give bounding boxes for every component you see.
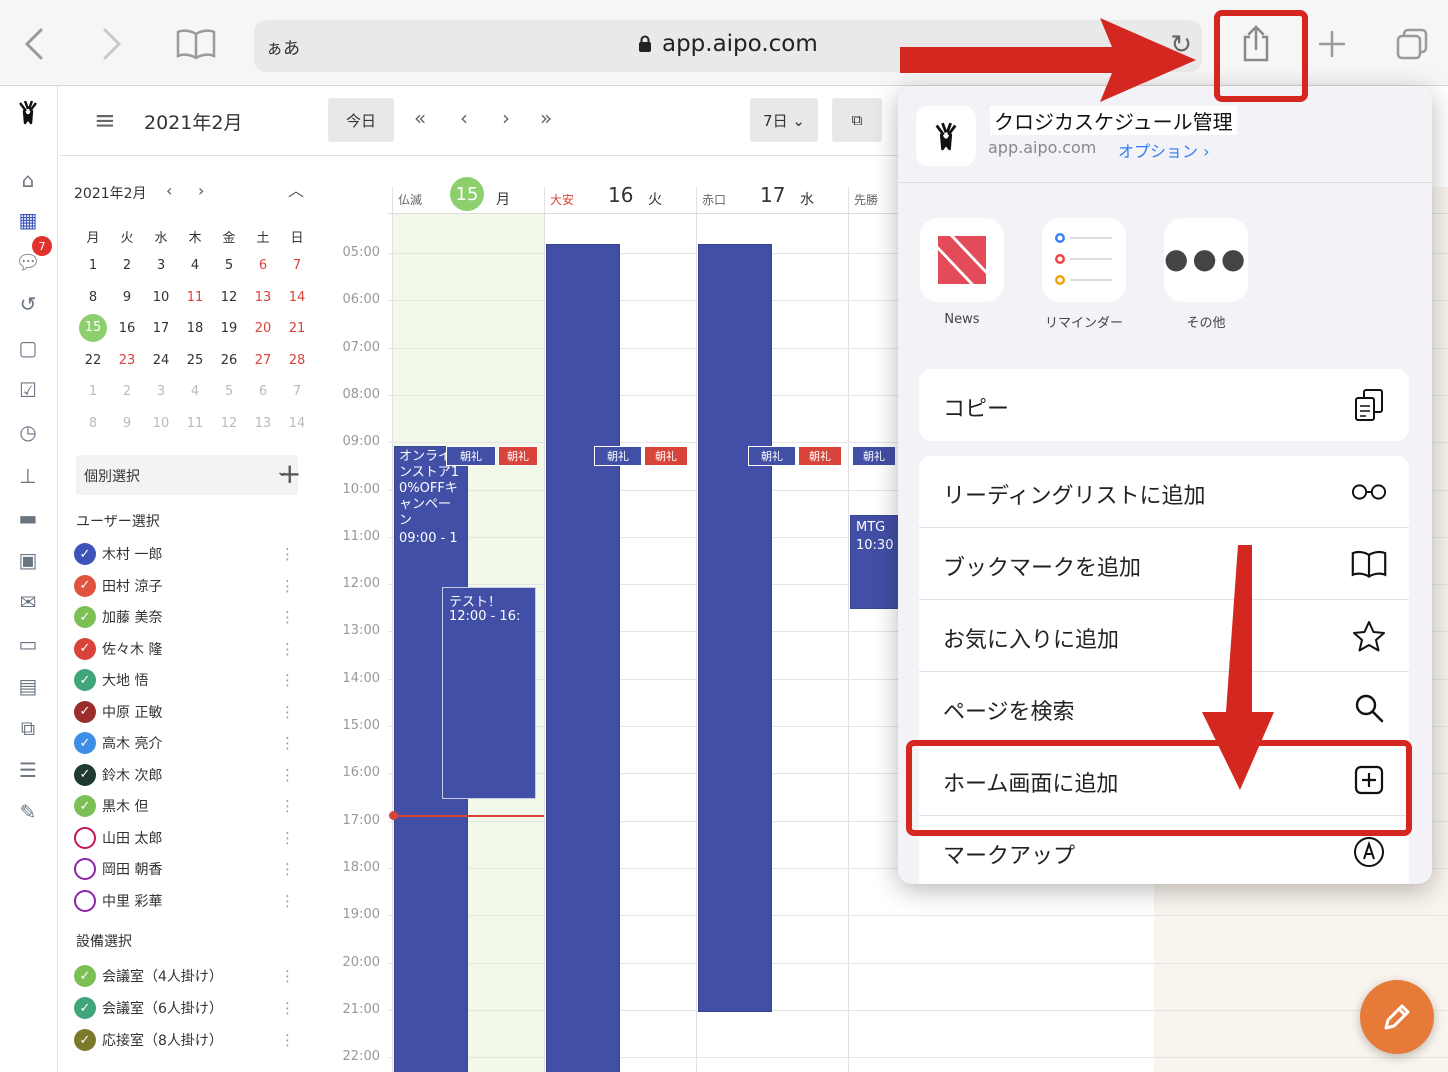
create-event-button[interactable] <box>1360 980 1434 1054</box>
annotation-arrows <box>900 18 1274 790</box>
pencil-icon <box>1384 1004 1410 1030</box>
annotation-arrow-down <box>1202 545 1274 790</box>
annotation-arrow-right <box>900 18 1196 102</box>
screenshot-root: { "browser": { "text_size_label": "ぁあ", … <box>0 0 1448 1072</box>
